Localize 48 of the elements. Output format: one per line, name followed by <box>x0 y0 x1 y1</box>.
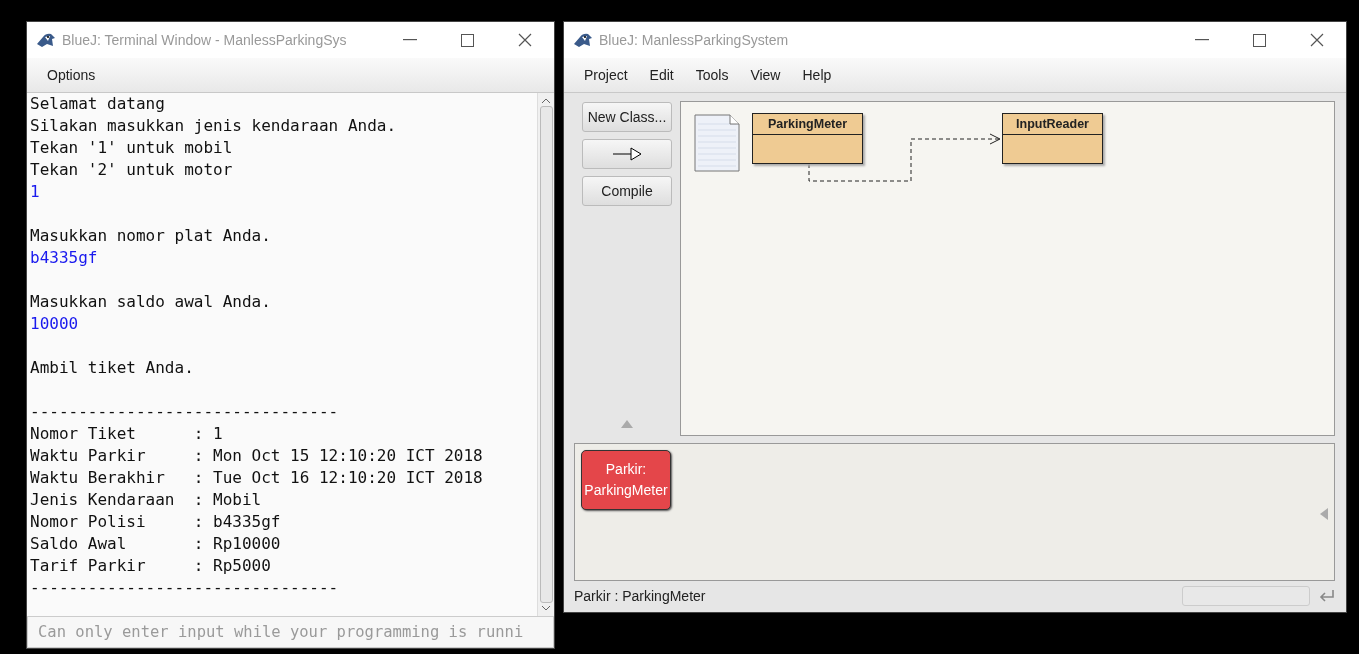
output-line: -------------------------------- <box>30 401 340 423</box>
output-line: Tarif Parkir : Rp5000 <box>30 555 272 577</box>
output-line: Waktu Parkir : Mon Oct 15 12:10:20 ICT 2018 <box>30 445 484 467</box>
window-title: BlueJ: Terminal Window - ManlessParkingSys <box>62 32 348 48</box>
output-line: Ambil tiket Anda. <box>30 357 195 379</box>
close-icon[interactable] <box>1310 33 1324 47</box>
menu-item[interactable]: Project <box>573 63 639 87</box>
output-line: Selamat datang <box>30 93 166 115</box>
close-icon[interactable] <box>518 33 532 47</box>
scroll-down-icon[interactable] <box>541 605 551 611</box>
output-line: Waktu Berakhir : Tue Oct 16 12:10:20 ICT 2018 <box>30 467 484 489</box>
output-line: Masukkan saldo awal Anda. <box>30 291 272 313</box>
output-line: Tekan '1' untuk mobil <box>30 137 234 159</box>
object-instance[interactable]: Parkir: ParkingMeter <box>581 450 671 510</box>
window-title: BlueJ: ManlessParkingSystem <box>599 32 790 48</box>
maximize-icon[interactable] <box>1253 33 1266 47</box>
menu-item[interactable]: Help <box>791 63 843 87</box>
class-box[interactable]: ParkingMeter <box>752 113 863 164</box>
output-line: Masukkan nomor plat Anda. <box>30 225 272 247</box>
maximize-icon[interactable] <box>461 33 474 47</box>
minimize-icon[interactable] <box>1195 39 1209 41</box>
return-arrow-icon[interactable] <box>1318 589 1336 603</box>
scroll-up-icon[interactable] <box>541 98 551 104</box>
menu-item[interactable]: Edit <box>638 63 685 87</box>
output-line: Tekan '2' untuk motor <box>30 159 234 181</box>
output-line: -------------------------------- <box>30 577 340 599</box>
output-line: Jenis Kendaraan : Mobil <box>30 489 263 511</box>
inheritance-arrow-button[interactable] <box>582 139 672 169</box>
output-line: Silakan masukkan jenis kendaraan Anda. <box>30 115 398 137</box>
menu-item[interactable]: Tools <box>684 63 740 87</box>
menu-item[interactable]: Options <box>36 63 107 87</box>
toolbar-button[interactable]: New Class... <box>582 102 672 132</box>
output-line: Nomor Tiket : 1 <box>30 423 224 445</box>
input-echo-line: 1 <box>30 181 41 203</box>
menu-item[interactable]: View <box>739 63 792 87</box>
class-box[interactable]: InputReader <box>1002 113 1103 164</box>
input-field[interactable]: Can only enter input while your programming is runni <box>27 616 554 648</box>
arrow-icon <box>612 147 642 161</box>
bird-logo-icon <box>36 32 56 48</box>
input-echo-line: 10000 <box>30 313 80 335</box>
output-line: Saldo Awal : Rp10000 <box>30 533 282 555</box>
output-line: Nomor Polisi : b4335gf <box>30 511 282 533</box>
input-echo-line: b4335gf <box>30 247 99 269</box>
scrollbar-thumb[interactable] <box>539 106 553 603</box>
bird-logo-icon <box>573 32 593 48</box>
status-text: Parkir : ParkingMeter <box>574 588 707 604</box>
toolbar-button[interactable]: Compile <box>582 176 672 206</box>
minimize-icon[interactable] <box>403 39 417 41</box>
